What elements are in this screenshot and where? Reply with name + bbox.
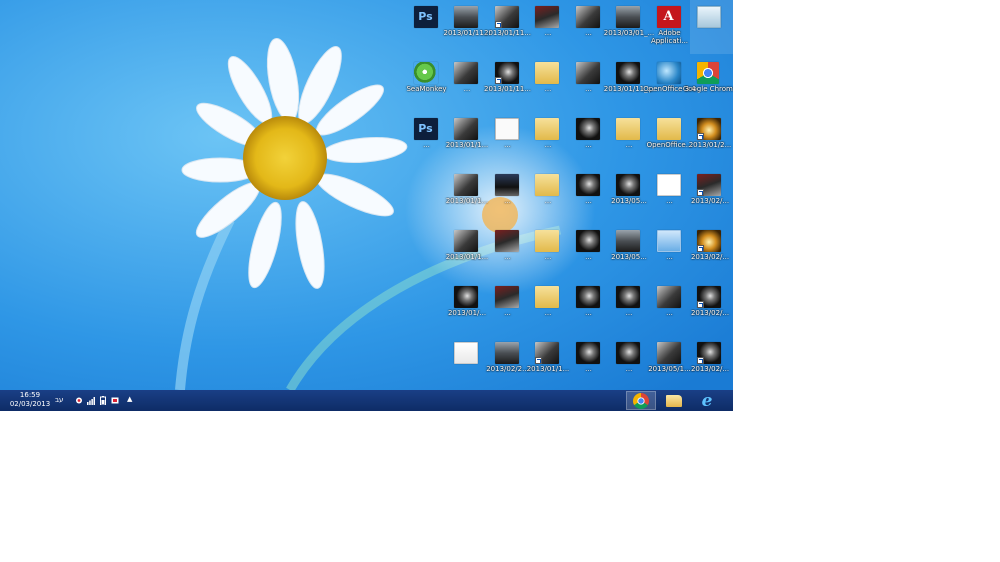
image-icon [454,6,478,28]
openoffice-icon [656,62,681,84]
image-icon [454,62,478,84]
shortcut-arrow-icon [535,357,542,364]
clock-time: 16:59 [19,391,41,399]
image-icon [656,286,681,308]
desktop-icon[interactable]: 2013/01/1... [442,170,492,226]
image-icon [616,174,640,196]
clock-date: 02/03/2013 [9,400,51,408]
image-icon [656,230,681,252]
battery-icon[interactable] [99,396,107,405]
desktop-icon[interactable]: SeaMonkey [402,58,452,114]
folder-icon [656,118,681,140]
image-icon [494,230,519,252]
network-icon[interactable] [87,396,95,405]
image-icon [616,230,640,252]
image-icon [494,174,519,196]
image-icon [616,286,640,308]
document-icon [494,118,519,140]
photoshop-icon: Ps [413,118,438,140]
folder-icon [535,230,559,252]
desktop-icon[interactable]: 2013/01/1... [442,226,492,282]
desktop-icons: A Adobe Applicati... 2013/03/01_......... 2… [0,0,733,390]
image-icon [616,342,640,364]
image-icon [575,286,600,308]
image-icon [575,342,600,364]
taskbar-ie-button[interactable]: e [692,391,722,410]
image-icon [494,342,519,364]
desktop-icon[interactable] [442,338,492,394]
desktop-icon-label: ... [423,141,430,149]
seamonkey-icon [413,62,438,84]
desktop-icon-label: SeaMonkey [406,85,447,93]
chrome-icon [697,62,719,84]
image-icon [535,6,559,28]
shortcut-arrow-icon [697,357,704,364]
show-hidden-icons-button[interactable]: ▲ [127,395,132,403]
folder-icon [535,174,559,196]
taskbar-explorer-button[interactable] [659,391,689,410]
image-icon [575,118,600,140]
image-icon [454,174,478,196]
language-indicator[interactable]: עב [55,396,63,404]
image-icon [575,174,600,196]
desktop-screen: A Adobe Applicati... 2013/03/01_......... 2… [0,0,733,411]
desktop-icon[interactable]: Ps [402,2,452,58]
document-icon [454,342,478,364]
adobe-icon: A [656,6,681,28]
folder-icon [666,395,682,407]
image-icon [656,342,681,364]
desktop-icon[interactable]: Ps... [402,114,452,170]
chrome-icon [633,393,649,409]
shortcut-arrow-icon [697,189,704,196]
volume-flag-icon[interactable] [111,396,119,405]
image-icon [494,286,519,308]
image-icon [575,62,600,84]
image-icon [454,286,478,308]
desktop-icon-label: 2013/01/1... [445,253,489,261]
taskbar-chrome-button[interactable] [626,391,656,410]
image-icon [656,174,681,196]
shortcut-arrow-icon [494,21,502,28]
image-icon [454,230,478,252]
folder-icon [535,118,559,140]
desktop-icon-label: 2013/01/1... [445,197,489,205]
taskbar-clock[interactable]: 16:59 02/03/2013 [8,391,52,409]
folder-icon [616,118,640,140]
shortcut-arrow-icon [697,301,704,308]
recycle-bin-icon [697,6,721,28]
shortcut-arrow-icon [494,77,502,84]
shortcut-arrow-icon [697,133,704,140]
desktop-icon[interactable]: 2013/01/... [442,282,492,338]
image-icon [616,6,640,28]
internet-explorer-icon: e [701,391,713,411]
image-icon [575,230,600,252]
image-icon [575,6,600,28]
photoshop-icon: Ps [413,6,438,28]
shortcut-arrow-icon [697,245,704,252]
image-icon [454,118,478,140]
image-icon [616,62,640,84]
folder-icon [535,286,559,308]
folder-icon [535,62,559,84]
desktop-icon-label: 2013/01/... [447,309,487,317]
action-center-icon[interactable] [75,396,83,405]
taskbar: 16:59 02/03/2013 עב ▲ e [0,390,733,411]
